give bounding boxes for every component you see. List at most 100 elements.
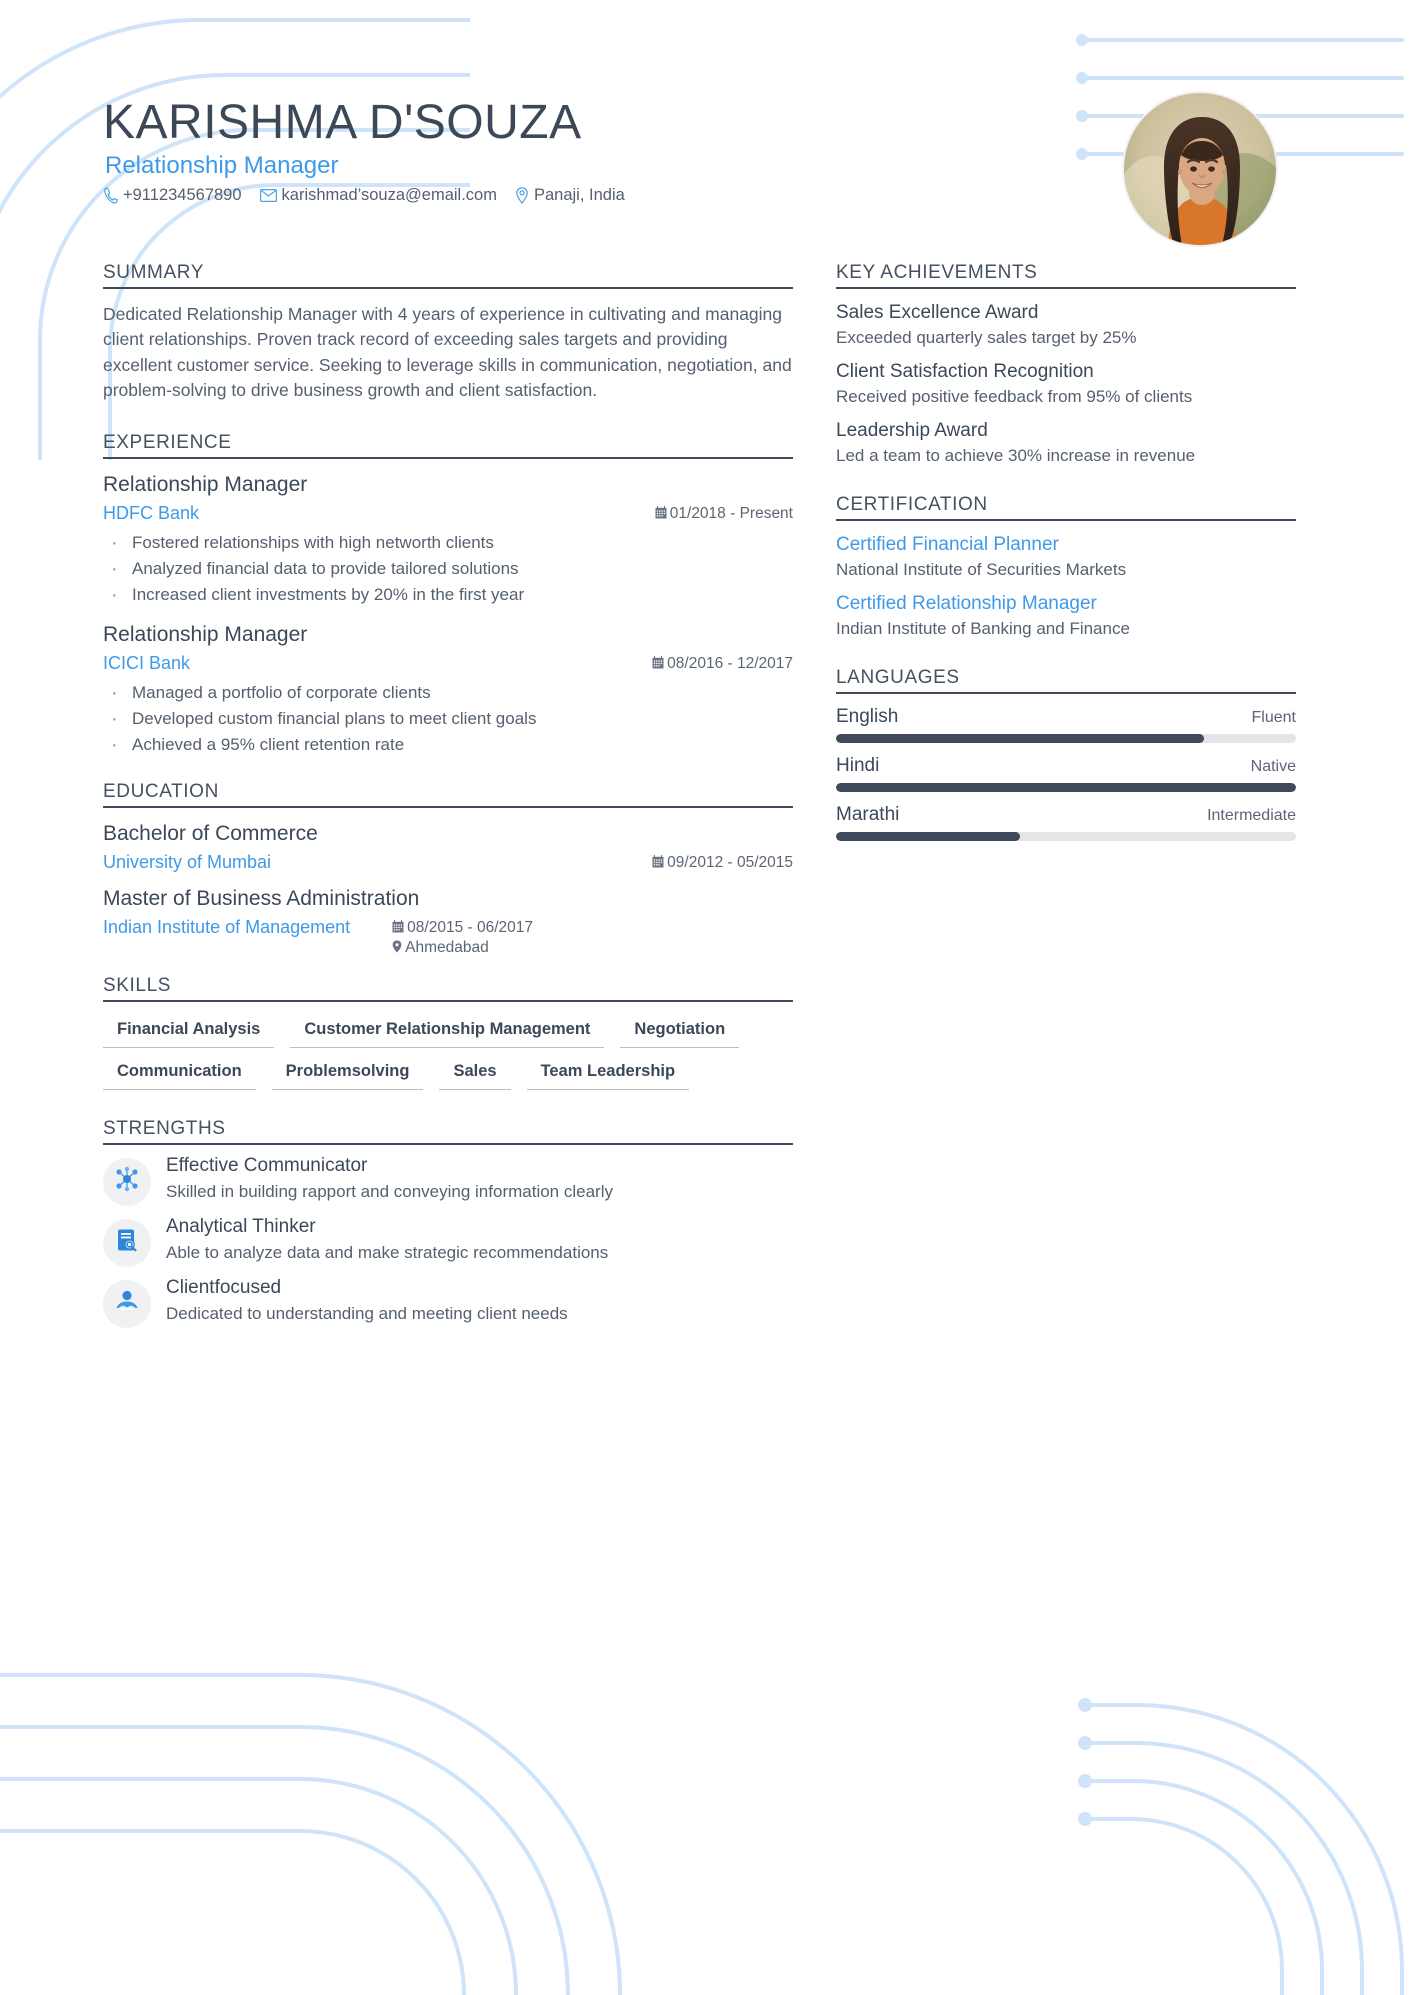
list-item: Fostered relationships with high networt… <box>103 527 793 558</box>
handshake-icon <box>114 1288 140 1319</box>
summary-heading: SUMMARY <box>103 262 793 289</box>
calendar-icon <box>655 505 667 522</box>
experience-role: Relationship Manager <box>103 622 308 646</box>
network-nodes-icon <box>114 1166 140 1197</box>
language-name: Marathi <box>836 804 900 825</box>
achievement-item: Leadership Award Led a team to achieve 3… <box>836 420 1296 466</box>
section-key-achievements: KEY ACHIEVEMENTS Sales Excellence Award … <box>836 262 1296 466</box>
education-school[interactable]: Indian Institute of Management <box>103 917 350 938</box>
strength-title: Effective Communicator <box>166 1154 368 1176</box>
calendar-icon <box>392 919 404 936</box>
language-level: Intermediate <box>1207 807 1296 824</box>
job-title: Relationship Manager <box>105 152 339 179</box>
experience-heading: EXPERIENCE <box>103 432 793 459</box>
language-item: English Fluent <box>836 706 1296 743</box>
certification-heading: CERTIFICATION <box>836 494 1296 521</box>
strengths-heading: STRENGTHS <box>103 1118 793 1145</box>
skill-chip: Sales <box>439 1058 511 1090</box>
strengths-list: Effective Communicator Skilled in buildi… <box>103 1155 793 1328</box>
achievement-title: Client Satisfaction Recognition <box>836 361 1094 382</box>
certification-item: Certified Relationship Manager Indian In… <box>836 593 1296 639</box>
language-progress-track <box>836 734 1296 743</box>
skill-chip: Team Leadership <box>526 1058 690 1090</box>
location-pin-icon <box>392 939 402 956</box>
contact-location[interactable]: Panaji, India <box>515 186 625 205</box>
envelope-icon <box>259 189 277 202</box>
certification-name[interactable]: Certified Financial Planner <box>836 534 1296 556</box>
achievement-title: Leadership Award <box>836 420 988 441</box>
contact-row: +911234567890 karishmad’souza@email.com … <box>104 186 625 205</box>
strength-badge <box>103 1279 151 1328</box>
phone-icon <box>104 187 118 204</box>
language-name: Hindi <box>836 755 880 776</box>
certification-organization: National Institute of Securities Markets <box>836 560 1127 579</box>
skill-chip: Problemsolving <box>271 1058 424 1090</box>
education-dates: 09/2012 - 05/2015 <box>652 854 793 872</box>
contact-email[interactable]: karishmad’souza@email.com <box>259 186 497 205</box>
education-heading: EDUCATION <box>103 781 793 808</box>
strength-badge <box>103 1218 151 1267</box>
calendar-icon <box>652 854 664 871</box>
experience-bullets: Fostered relationships with high networt… <box>103 527 793 611</box>
language-item: Hindi Native <box>836 755 1296 792</box>
education-location-value: Ahmedabad <box>405 938 489 956</box>
list-item: Developed custom financial plans to meet… <box>103 704 793 735</box>
languages-heading: LANGUAGES <box>836 667 1296 694</box>
list-item: Analyzed financial data to provide tailo… <box>103 554 793 585</box>
page-title: KARISHMA D'SOUZA <box>103 96 582 149</box>
language-item: Marathi Intermediate <box>836 804 1296 841</box>
education-dates: 08/2015 - 06/2017 <box>392 919 533 937</box>
contact-phone[interactable]: +911234567890 <box>104 186 242 205</box>
language-name: English <box>836 706 899 727</box>
strength-title: Analytical Thinker <box>166 1215 316 1237</box>
achievement-description: Received positive feedback from 95% of c… <box>836 387 1193 406</box>
decorative-arcs-bottom-right <box>1077 1695 1412 1995</box>
experience-entry: Relationship Manager HDFC Bank 01/2018 -… <box>103 472 793 612</box>
language-progress-fill <box>836 734 1204 743</box>
achievement-title: Sales Excellence Award <box>836 302 1039 323</box>
experience-dates: 08/2016 - 12/2017 <box>652 655 793 673</box>
language-progress-track <box>836 832 1296 841</box>
experience-bullets: Managed a portfolio of corporate clients… <box>103 678 793 762</box>
decorative-arcs-bottom-left <box>0 1635 700 1995</box>
resume-header: KARISHMA D'SOUZA Relationship Manager +9… <box>0 0 1412 262</box>
language-progress-track <box>836 783 1296 792</box>
right-column: KEY ACHIEVEMENTS Sales Excellence Award … <box>836 262 1296 841</box>
experience-organization[interactable]: HDFC Bank <box>103 503 199 524</box>
achievement-description: Led a team to achieve 30% increase in re… <box>836 446 1196 465</box>
experience-dates-value: 08/2016 - 12/2017 <box>667 654 793 672</box>
skill-chip: Communication <box>103 1058 256 1090</box>
section-experience: EXPERIENCE Relationship Manager HDFC Ban… <box>103 432 793 762</box>
phone-value: +911234567890 <box>123 186 242 204</box>
experience-dates-value: 01/2018 - Present <box>669 504 793 522</box>
section-strengths: STRENGTHS Effective Communicator Skilled… <box>103 1118 793 1328</box>
achievement-description: Exceeded quarterly sales target by 25% <box>836 328 1137 347</box>
education-degree: Bachelor of Commerce <box>103 821 318 845</box>
education-location: Ahmedabad <box>392 939 489 957</box>
skills-list: Financial Analysis Customer Relationship… <box>103 1016 793 1090</box>
experience-organization[interactable]: ICICI Bank <box>103 653 190 674</box>
strength-badge <box>103 1157 151 1206</box>
language-level: Fluent <box>1251 709 1296 726</box>
document-search-icon <box>114 1227 140 1258</box>
certification-name[interactable]: Certified Relationship Manager <box>836 593 1296 615</box>
skills-heading: SKILLS <box>103 975 793 1002</box>
experience-dates: 01/2018 - Present <box>655 505 793 523</box>
section-skills: SKILLS Financial Analysis Customer Relat… <box>103 975 793 1090</box>
skill-chip: Financial Analysis <box>103 1016 275 1048</box>
avatar <box>1122 91 1278 247</box>
education-dates-value: 09/2012 - 05/2015 <box>667 853 793 871</box>
list-item: Achieved a 95% client retention rate <box>103 730 793 761</box>
strength-item: Effective Communicator Skilled in buildi… <box>103 1155 793 1206</box>
location-pin-icon <box>515 187 529 204</box>
strength-title: Clientfocused <box>166 1276 282 1298</box>
section-education: EDUCATION Bachelor of Commerce Universit… <box>103 781 793 957</box>
strength-description: Dedicated to understanding and meeting c… <box>166 1304 568 1324</box>
experience-role: Relationship Manager <box>103 472 308 496</box>
education-meta: 08/2015 - 06/2017 Ahmedabad <box>392 919 533 957</box>
certification-organization: Indian Institute of Banking and Finance <box>836 619 1130 638</box>
achievement-item: Client Satisfaction Recognition Received… <box>836 361 1296 407</box>
skill-chip: Customer Relationship Management <box>290 1016 605 1048</box>
education-school[interactable]: University of Mumbai <box>103 852 271 873</box>
education-entry: Bachelor of Commerce University of Mumba… <box>103 822 793 873</box>
